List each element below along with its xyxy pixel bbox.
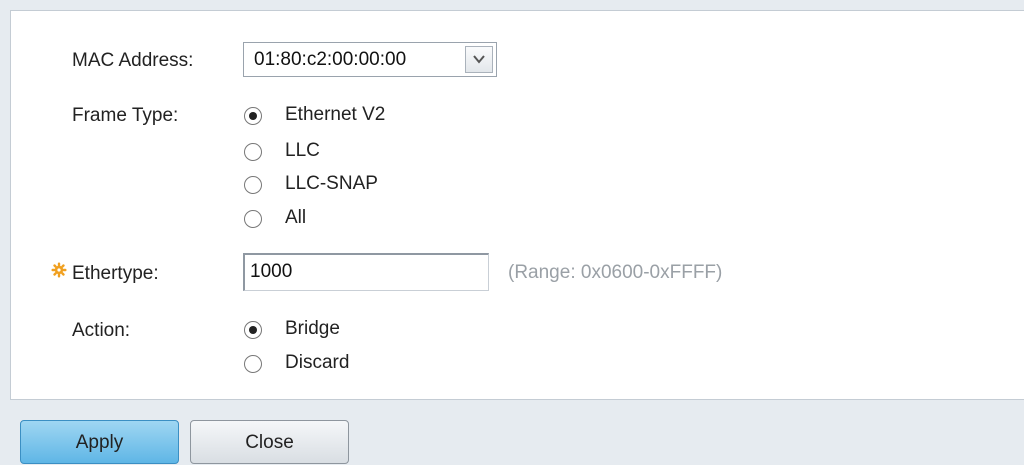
frame-type-label: Frame Type: — [72, 105, 179, 126]
ethertype-field[interactable] — [243, 253, 489, 291]
action-label: Action: — [72, 320, 131, 341]
radio-label: All — [285, 207, 307, 228]
required-asterisk-icon — [51, 262, 67, 278]
mac-address-select[interactable]: 01:80:c2:00:00:00 — [243, 42, 497, 77]
ethertype-input[interactable] — [245, 255, 480, 289]
radio-label: LLC-SNAP — [285, 173, 378, 194]
radio-ethernet-v2[interactable] — [244, 107, 262, 125]
mac-address-value: 01:80:c2:00:00:00 — [254, 49, 407, 70]
ethertype-range-hint: (Range: 0x0600-0xFFFF) — [508, 262, 723, 283]
ethertype-label: Ethertype: — [72, 263, 159, 284]
apply-button[interactable]: Apply — [20, 420, 179, 464]
mac-address-label: MAC Address: — [72, 50, 194, 71]
close-button[interactable]: Close — [190, 420, 349, 464]
radio-llc[interactable] — [244, 143, 262, 161]
chevron-down-icon[interactable] — [465, 46, 493, 73]
radio-label: Ethernet V2 — [285, 104, 386, 125]
radio-label: Bridge — [285, 318, 340, 339]
radio-all[interactable] — [244, 210, 262, 228]
radio-discard[interactable] — [244, 355, 262, 373]
radio-label: LLC — [285, 140, 320, 161]
radio-bridge[interactable] — [244, 321, 262, 339]
radio-llc-snap[interactable] — [244, 176, 262, 194]
radio-label: Discard — [285, 352, 350, 373]
